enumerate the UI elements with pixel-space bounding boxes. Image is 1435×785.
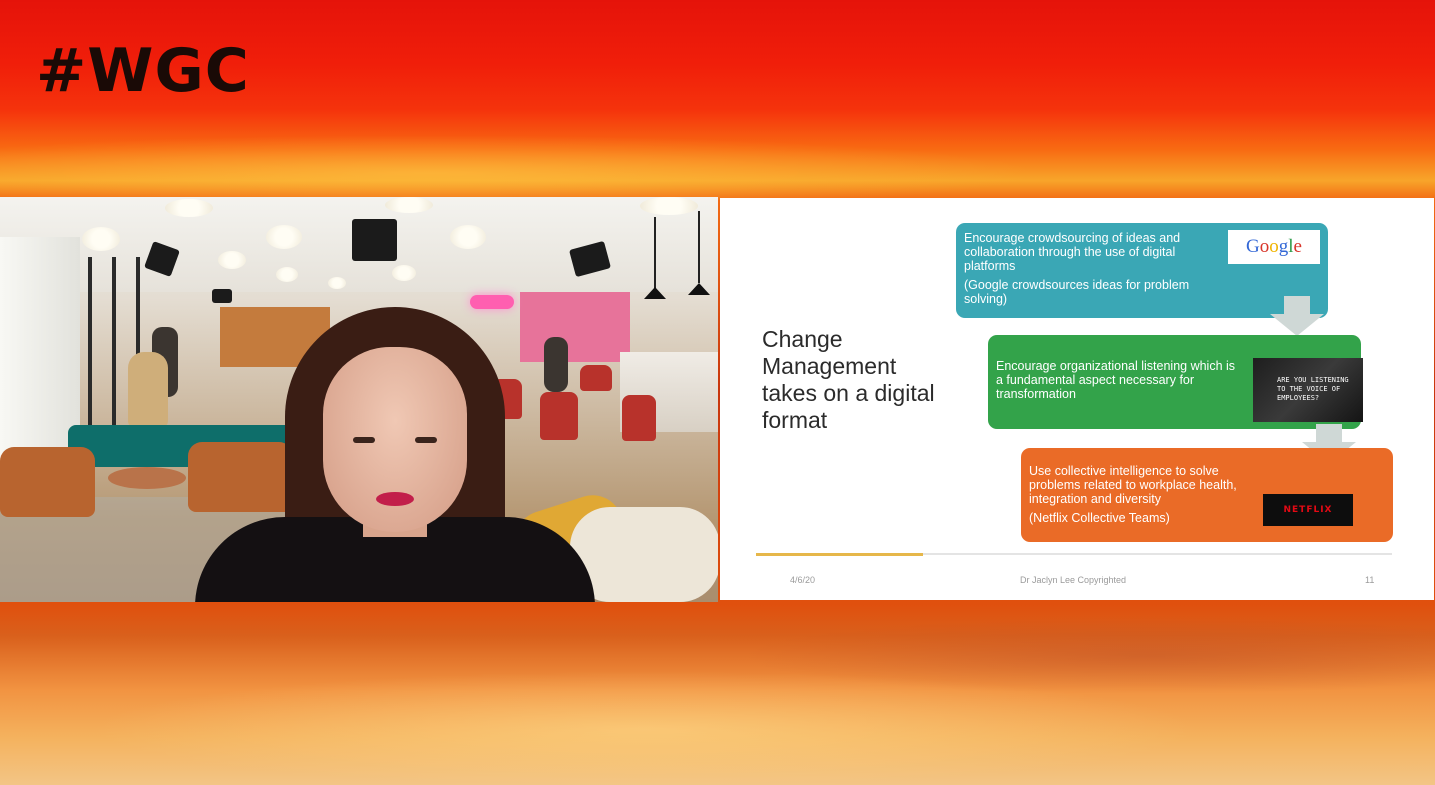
slide-page-number: 11 bbox=[1365, 575, 1375, 585]
ceiling-light bbox=[266, 225, 302, 249]
presenter-eye bbox=[415, 437, 437, 443]
background-glow-top bbox=[0, 110, 1435, 200]
lounge-chair bbox=[0, 447, 95, 517]
employee-voice-image: Are you listening to the voice of employ… bbox=[1253, 358, 1363, 422]
box-text: Encourage crowdsourcing of ideas and col… bbox=[964, 231, 1181, 273]
presenter bbox=[195, 307, 595, 602]
coffee-table bbox=[108, 467, 186, 489]
netflix-logo: NETFLIX bbox=[1263, 494, 1353, 526]
ceiling-light bbox=[385, 197, 433, 213]
seated-person bbox=[128, 352, 168, 427]
cafe-chair bbox=[622, 395, 656, 441]
down-arrow-icon bbox=[1270, 296, 1324, 336]
box-text: Encourage organizational listening which… bbox=[996, 359, 1236, 401]
box-note: (Google crowdsources ideas for problem s… bbox=[964, 278, 1190, 306]
image-caption: Are you listening to the voice of employ… bbox=[1277, 376, 1349, 402]
event-hashtag: #WGC bbox=[36, 36, 250, 106]
slide-date: 4/6/20 bbox=[790, 575, 816, 585]
box-text: Use collective intelligence to solve pro… bbox=[1029, 464, 1237, 506]
pendant-cord bbox=[698, 211, 700, 283]
speaker-video-feed bbox=[0, 197, 718, 602]
window-frame bbox=[88, 257, 92, 447]
presenter-face bbox=[323, 347, 467, 532]
ceiling-light bbox=[82, 227, 120, 251]
ceiling-light bbox=[640, 197, 698, 215]
slide-copyright: Dr Jaclyn Lee Copyrighted bbox=[1020, 575, 1127, 585]
ceiling-speaker bbox=[352, 219, 397, 261]
slide-title: Change Management takes on a digital for… bbox=[762, 326, 935, 433]
ceiling-light bbox=[218, 251, 246, 269]
presentation-slide: Change Management takes on a digital for… bbox=[720, 198, 1434, 600]
pendant-cord bbox=[654, 217, 656, 289]
window-frame bbox=[112, 257, 116, 447]
ceiling-light bbox=[165, 199, 213, 217]
box-note: (Netflix Collective Teams) bbox=[1029, 511, 1170, 525]
google-logo: Google bbox=[1228, 230, 1320, 264]
footer-accent-bar bbox=[756, 553, 923, 556]
ceiling-speaker bbox=[212, 289, 232, 303]
ceiling-light bbox=[392, 265, 416, 281]
ceiling-light bbox=[276, 267, 298, 282]
background-glow-bottom bbox=[0, 600, 1435, 785]
pendant-lamp bbox=[644, 287, 666, 299]
ceiling-light bbox=[450, 225, 486, 249]
presenter-eye bbox=[353, 437, 375, 443]
presenter-mouth bbox=[376, 492, 414, 506]
pendant-lamp bbox=[688, 283, 710, 295]
ceiling-light bbox=[328, 277, 346, 289]
